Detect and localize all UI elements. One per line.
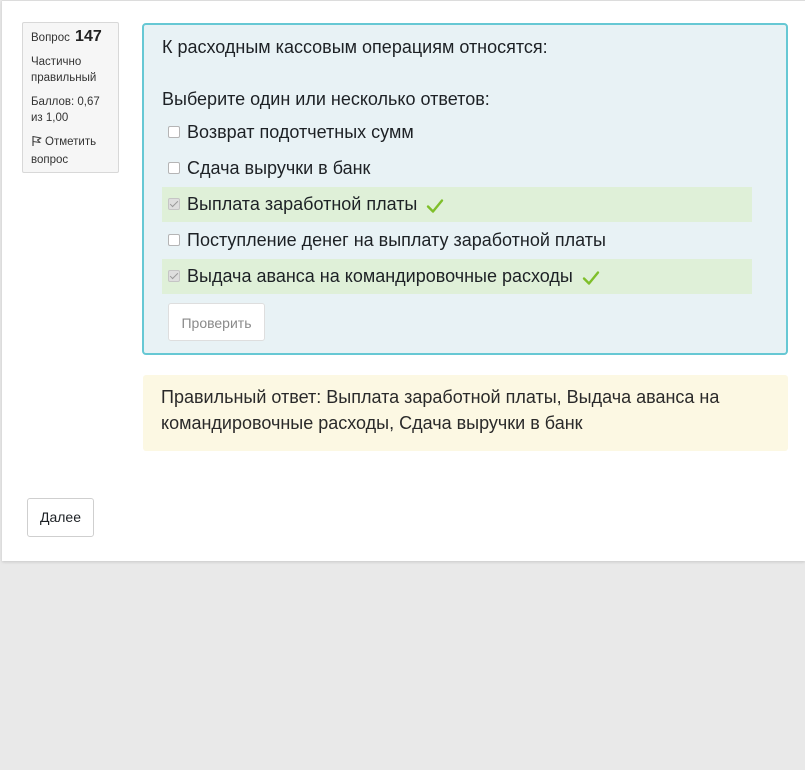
question-info-panel: Вопрос 147 Частично правильный Баллов: 0… [22,22,119,173]
answer-option-label: Выплата заработной платы [187,194,418,214]
question-label: Вопрос [31,32,70,44]
flag-icon [31,135,43,152]
answer-option-correct[interactable]: Выплата заработной платы [162,187,752,222]
flag-question-link[interactable]: Отметить вопрос [31,134,110,168]
question-grade: Баллов: 0,67 из 1,00 [31,96,100,124]
answer-option[interactable]: Возврат подотчетных сумм [162,115,752,150]
answer-checkbox[interactable] [168,162,180,174]
check-button[interactable]: Проверить [168,303,265,341]
question-number-row: Вопрос 147 [31,29,110,46]
answer-option[interactable]: Сдача выручки в банк [162,151,752,186]
answer-option-label: Возврат подотчетных сумм [187,122,414,142]
answer-checkbox[interactable] [168,126,180,138]
checkmark-icon [582,263,600,298]
answer-option-label: Поступление денег на выплату заработной … [187,230,606,250]
answer-prompt: Выберите один или несколько ответов: [162,89,490,109]
question-formulation: К расходным кассовым операциям относятся… [142,23,788,355]
quiz-page: Вопрос 147 Частично правильный Баллов: 0… [2,0,805,561]
answer-option-label: Сдача выручки в банк [187,158,371,178]
answer-checkbox-checked[interactable] [168,270,180,282]
answer-checkbox-checked[interactable] [168,198,180,210]
question-state: Частично правильный [31,56,97,84]
answer-checkbox[interactable] [168,234,180,246]
checkmark-icon [426,191,444,226]
next-button[interactable]: Далее [27,498,94,537]
answer-options: Возврат подотчетных сумм Сдача выручки в… [162,115,752,295]
question-number: 147 [75,28,102,45]
correct-answer-feedback: Правильный ответ: Выплата заработной пла… [143,375,788,451]
answer-option[interactable]: Поступление денег на выплату заработной … [162,223,752,258]
answer-option-correct[interactable]: Выдача аванса на командировочные расходы [162,259,752,294]
question-text: К расходным кассовым операциям относятся… [162,37,548,57]
answer-option-label: Выдача аванса на командировочные расходы [187,266,573,286]
